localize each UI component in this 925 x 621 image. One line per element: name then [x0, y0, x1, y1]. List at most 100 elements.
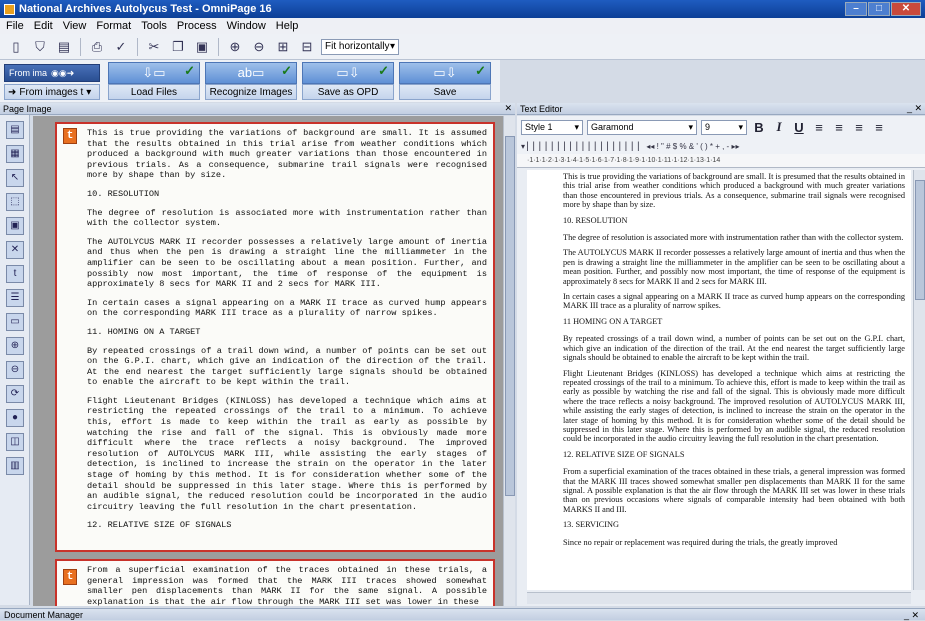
align-right-icon[interactable]: ≡	[851, 120, 867, 135]
page-image-scrollbar[interactable]	[503, 116, 515, 606]
close-button[interactable]: ✕	[891, 2, 921, 16]
orientation-select[interactable]: Fit horizontally ▾	[321, 38, 399, 55]
load-files-button[interactable]: Load Files	[108, 84, 200, 100]
document-manager-bar: Document Manager _ ✕	[0, 608, 925, 620]
editor-scrollbar[interactable]	[913, 170, 925, 590]
menu-view[interactable]: View	[63, 20, 87, 32]
workflow-source[interactable]: From ima ◉◉➜	[4, 64, 100, 82]
window-title: National Archives Autolycus Test - OmniP…	[19, 3, 272, 15]
columns-icon[interactable]: ◫	[6, 433, 24, 451]
scroll-thumb[interactable]	[505, 136, 515, 496]
justify-icon[interactable]: ≡	[871, 120, 887, 135]
app-icon	[4, 3, 15, 15]
menu-edit[interactable]: Edit	[34, 20, 53, 32]
table-zone-icon[interactable]: ☰	[6, 289, 24, 307]
menu-bar: File Edit View Format Tools Process Wind…	[0, 18, 925, 34]
format-toolbar: Style 1 ▾ Garamond ▾ 9 ▾ B I U ≡ ≡ ≡ ≡	[517, 116, 925, 138]
pointer-icon[interactable]: ↖	[6, 169, 24, 187]
main-toolbar: ▯ ⛉ ▤ ⎙ ✓ ✂ ❐ ▣ ⊕ ⊖ ⊞ ⊟ Fit horizontally…	[0, 34, 925, 60]
text-zone-icon[interactable]: t	[6, 265, 24, 283]
chevron-down-icon: ▾	[574, 121, 579, 132]
workflow-source-select[interactable]: ➜ From images t ▾	[4, 84, 100, 100]
text-editor-header: Text Editor _ ✕	[517, 103, 925, 115]
load-files-icon: ⇩▭	[142, 65, 166, 80]
recognize-images-button[interactable]: Recognize Images	[205, 84, 297, 100]
copy-icon[interactable]: ❐	[168, 37, 188, 57]
close-icon[interactable]: _ ✕	[904, 609, 919, 621]
save-icon[interactable]: ▤	[54, 37, 74, 57]
pages-icon[interactable]: ▤	[6, 121, 24, 139]
font-size-select[interactable]: 9 ▾	[701, 119, 747, 135]
menu-process[interactable]: Process	[177, 20, 217, 32]
scanned-page: t This is true providing the variations …	[55, 122, 495, 552]
chevron-down-icon: ▾	[389, 41, 395, 52]
paste-icon[interactable]: ▣	[192, 37, 212, 57]
save-opd-icon: ▭⇩	[336, 65, 360, 80]
scroll-thumb[interactable]	[915, 180, 925, 300]
title-bar: National Archives Autolycus Test - OmniP…	[0, 0, 925, 18]
step-recognize[interactable]: ab▭ ✓	[205, 62, 297, 84]
spellcheck-icon[interactable]: ✓	[111, 37, 131, 57]
menu-window[interactable]: Window	[227, 20, 266, 32]
bold-button[interactable]: B	[751, 120, 767, 135]
text-editor: Style 1 ▾ Garamond ▾ 9 ▾ B I U ≡ ≡ ≡ ≡ ▾ ▏▏…	[517, 116, 925, 606]
print-icon[interactable]: ⎙	[87, 37, 107, 57]
maximize-button[interactable]: □	[868, 2, 890, 16]
arrow-icon: ➜	[8, 86, 17, 98]
scanned-page-zone-2: t From a superficial examination of the …	[55, 559, 495, 606]
text-zone-marker-icon[interactable]: t	[63, 569, 77, 585]
fit-width-icon[interactable]: ⊟	[297, 37, 317, 57]
zoom-in-icon[interactable]: ⊕	[6, 337, 24, 355]
editor-horizontal-scrollbar[interactable]	[527, 592, 911, 604]
menu-file[interactable]: File	[6, 20, 24, 32]
arrow-icon: ◉◉➜	[51, 67, 75, 78]
text-zone-marker-icon[interactable]: t	[63, 128, 77, 144]
save-icon: ▭⇩	[433, 65, 457, 80]
select-icon[interactable]: ⬚	[6, 193, 24, 211]
recognized-document[interactable]: This is true providing the variations of…	[527, 170, 911, 590]
close-icon[interactable]: ✕	[504, 103, 512, 114]
zone-icon[interactable]: ▣	[6, 217, 24, 235]
recognize-icon: ab▭	[237, 65, 265, 80]
step-save[interactable]: ▭⇩ ✓	[399, 62, 491, 84]
rotate-icon[interactable]: ⟳	[6, 385, 24, 403]
step-save-opd[interactable]: ▭⇩ ✓	[302, 62, 394, 84]
cut-icon[interactable]: ✂	[144, 37, 164, 57]
delete-zone-icon[interactable]: ✕	[6, 241, 24, 259]
page-image-view[interactable]: t This is true providing the variations …	[33, 116, 503, 606]
save-as-opd-button[interactable]: Save as OPD	[302, 84, 394, 100]
zoom-in-icon[interactable]: ⊕	[225, 37, 245, 57]
align-center-icon[interactable]: ≡	[831, 120, 847, 135]
align-left-icon[interactable]: ≡	[811, 120, 827, 135]
menu-tools[interactable]: Tools	[141, 20, 167, 32]
zoom-out-icon[interactable]: ⊖	[249, 37, 269, 57]
menu-help[interactable]: Help	[276, 20, 299, 32]
new-icon[interactable]: ▯	[6, 37, 26, 57]
image-tools-sidebar: ▤ ▦ ↖ ⬚ ▣ ✕ t ☰ ▭ ⊕ ⊖ ⟳ ● ◫ ▥	[0, 115, 30, 605]
layout-icon[interactable]: ▥	[6, 457, 24, 475]
font-select[interactable]: Garamond ▾	[587, 119, 697, 135]
ruler[interactable]: ·1·1·1·2·1·3·1·4·1·5·1·6·1·7·1·8·1·9·1·1…	[517, 154, 925, 168]
zoom-out-icon[interactable]: ⊖	[6, 361, 24, 379]
check-icon: ✓	[378, 63, 389, 78]
menu-format[interactable]: Format	[96, 20, 131, 32]
character-bar[interactable]: ▾ ▏▏▏▏▏▏▏▏▏▏▏▏▏▏▏▏▏▏▏ ◂◂ ! " # $ % & ' (…	[517, 138, 925, 154]
check-icon: ✓	[475, 63, 486, 78]
check-icon: ✓	[281, 63, 292, 78]
color-icon[interactable]: ●	[6, 409, 24, 427]
save-button[interactable]: Save	[399, 84, 491, 100]
chevron-down-icon: ▾	[86, 86, 92, 98]
style-select[interactable]: Style 1 ▾	[521, 119, 583, 135]
page-image-header: Page Image ✕	[0, 103, 515, 115]
frame-icon[interactable]: ▭	[6, 313, 24, 331]
italic-button[interactable]: I	[771, 119, 787, 135]
fit-page-icon[interactable]: ⊞	[273, 37, 293, 57]
chevron-down-icon: ▾	[738, 121, 743, 132]
minimize-button[interactable]: –	[845, 2, 867, 16]
step-load-files[interactable]: ⇩▭ ✓	[108, 62, 200, 84]
minimize-icon[interactable]: _ ✕	[907, 103, 922, 114]
open-icon[interactable]: ⛉	[30, 37, 50, 57]
thumbnail-icon[interactable]: ▦	[6, 145, 24, 163]
chevron-down-icon: ▾	[688, 121, 693, 132]
underline-button[interactable]: U	[791, 120, 807, 135]
